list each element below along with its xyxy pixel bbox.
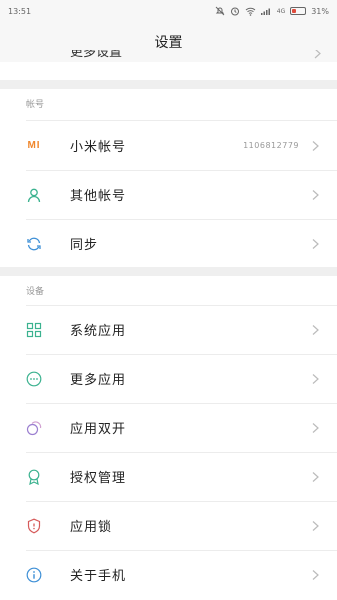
- grid-icon: [26, 322, 42, 338]
- person-icon: [26, 187, 42, 203]
- list-item-label: 其他帐号: [70, 189, 127, 204]
- list-item-more-apps[interactable]: 更多应用: [0, 354, 337, 403]
- list-item-label: 同步: [70, 238, 99, 253]
- more-dots-icon: [26, 371, 42, 387]
- list-item-label: 应用锁: [70, 520, 113, 535]
- chevron-right-icon: [312, 238, 319, 249]
- list-item-label: 小米帐号: [70, 140, 127, 155]
- chevron-right-icon: [312, 324, 319, 335]
- dual-app-icon: [26, 420, 42, 436]
- battery-percent: 31%: [311, 6, 329, 16]
- chevron-right-icon: [312, 520, 319, 531]
- list-item-permissions[interactable]: 授权管理: [0, 452, 337, 501]
- info-icon: [26, 567, 42, 583]
- shield-lock-icon: [26, 518, 42, 534]
- sync-icon: [26, 236, 42, 252]
- list-item-about-phone[interactable]: 关于手机: [0, 550, 337, 599]
- chevron-right-icon: [312, 140, 319, 151]
- account-id: 1106812779: [243, 141, 299, 150]
- status-icons: 4G 31%: [215, 6, 329, 16]
- list-item-label: 系统应用: [70, 324, 127, 339]
- chevron-right-icon: [312, 189, 319, 200]
- partial-item-label: 更多设置: [70, 50, 123, 60]
- battery-icon: [290, 7, 307, 15]
- list-item-system-apps[interactable]: 系统应用: [0, 305, 337, 354]
- chevron-right-icon: [314, 50, 321, 59]
- list-item-label: 应用双开: [70, 422, 127, 437]
- list-item-label: 授权管理: [70, 471, 127, 486]
- signal-icon: [260, 8, 270, 15]
- chevron-right-icon: [312, 569, 319, 580]
- section-header-device: 设备: [26, 286, 45, 297]
- list-item-dual-apps[interactable]: 应用双开: [0, 403, 337, 452]
- chevron-right-icon: [312, 422, 319, 433]
- section-gap: [0, 80, 337, 89]
- partial-list-item[interactable]: 更多设置: [0, 50, 337, 80]
- status-bar: 13:51 4G 31%: [0, 0, 337, 22]
- list-item-app-lock[interactable]: 应用锁: [0, 501, 337, 550]
- page-title: 设置: [154, 35, 183, 51]
- alarm-icon: [230, 7, 239, 16]
- chevron-right-icon: [312, 373, 319, 384]
- network-type-label: 4G: [276, 7, 286, 15]
- ribbon-icon: [26, 469, 42, 485]
- list-item-mi-account[interactable]: MI 小米帐号 1106812779: [0, 121, 337, 170]
- battery-level: [292, 9, 296, 13]
- section-header-accounts: 帐号: [26, 99, 45, 110]
- list-item-label: 关于手机: [70, 569, 127, 584]
- list-item-label: 更多应用: [70, 373, 127, 388]
- status-time: 13:51: [8, 6, 32, 16]
- mute-bell-icon: [215, 6, 225, 16]
- mi-logo-icon: MI: [27, 140, 41, 151]
- list-item-sync[interactable]: 同步: [0, 219, 337, 268]
- chevron-right-icon: [312, 471, 319, 482]
- list-item-other-accounts[interactable]: 其他帐号: [0, 170, 337, 219]
- wifi-icon: [245, 7, 256, 16]
- section-gap: [0, 267, 337, 276]
